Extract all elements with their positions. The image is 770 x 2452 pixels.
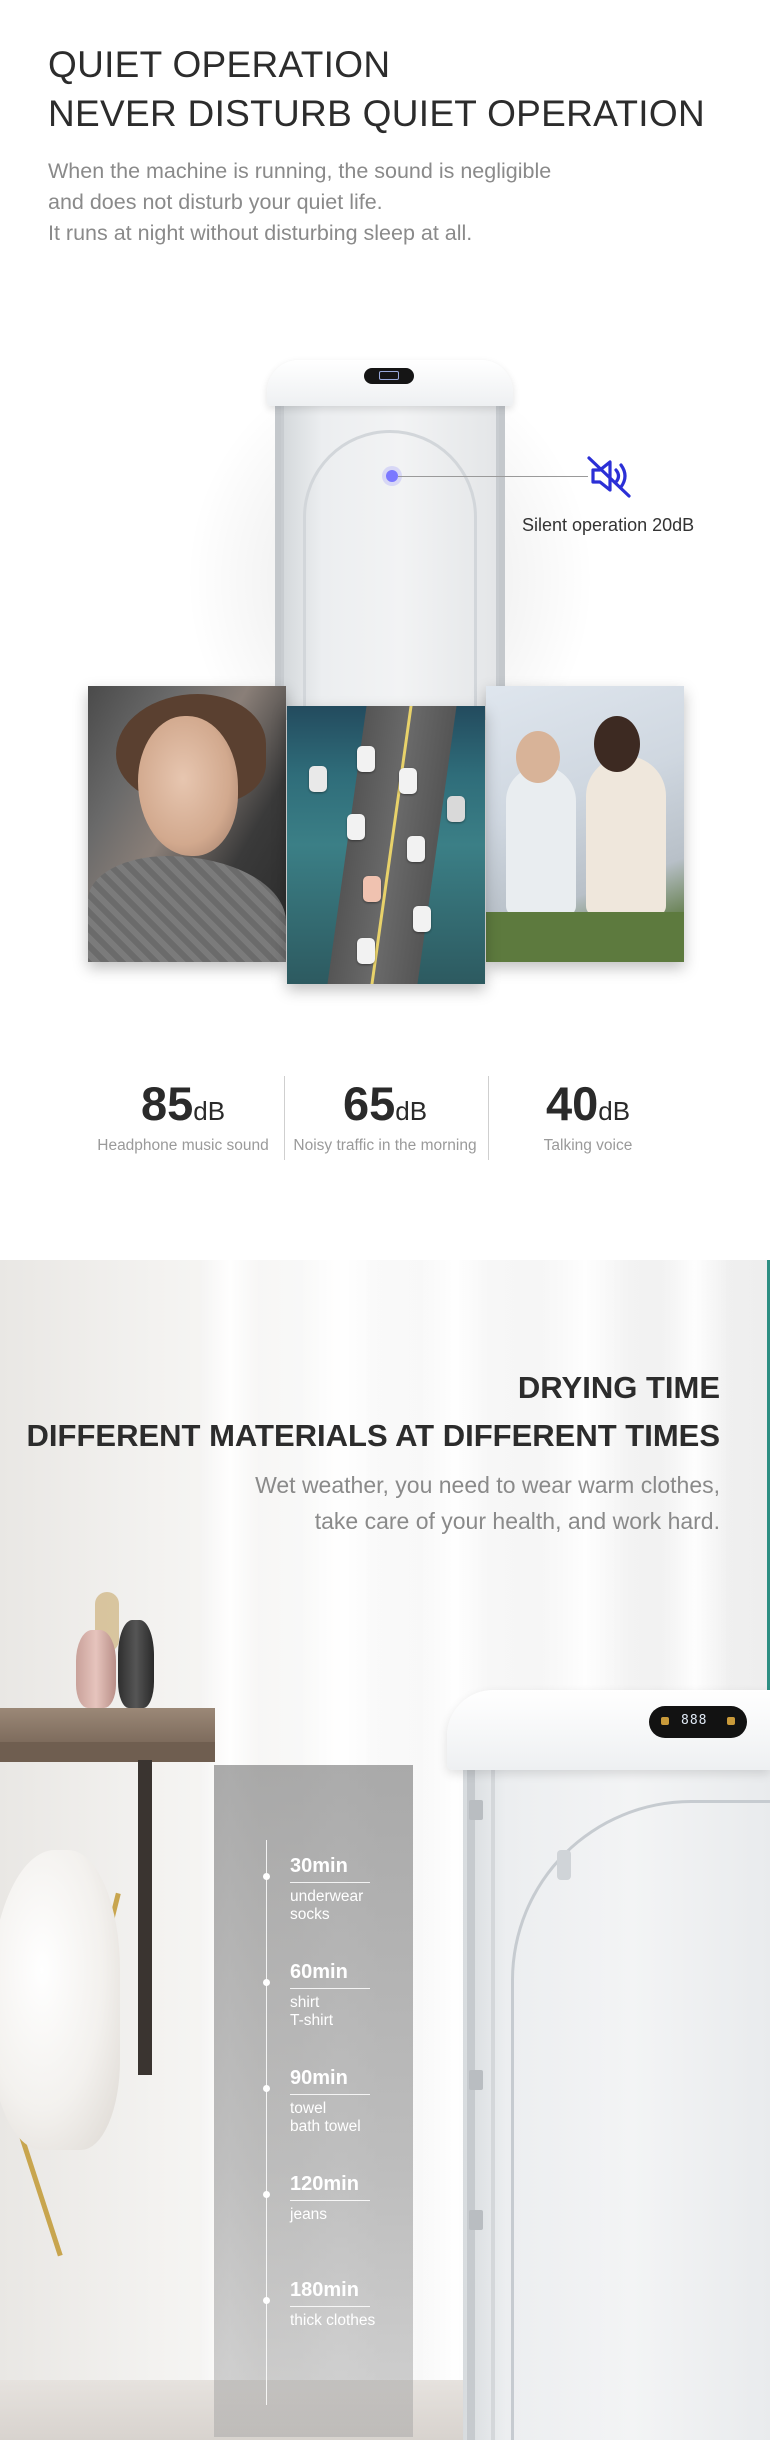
db-unit: dB (395, 1096, 428, 1126)
timeline-item: shirt (290, 1994, 320, 2011)
drying-title: DRYING TIME (517, 1370, 720, 1405)
quiet-subtitle: NEVER DISTURB QUIET OPERATION (48, 93, 705, 134)
callout-line (398, 476, 588, 477)
db-level-85: 85dB Headphone music sound (88, 1080, 278, 1155)
display-icon (364, 368, 414, 384)
db-level-40: 40dB Talking voice (493, 1080, 683, 1155)
dryer-pole (467, 1768, 475, 2440)
timeline-item: T-shirt (290, 2012, 334, 2029)
db-value: 65 (342, 1077, 396, 1130)
dryer-clip (469, 1800, 483, 1820)
db-unit: dB (598, 1096, 631, 1126)
fur-chair-cover (0, 1850, 120, 2150)
quiet-title: QUIET OPERATION (48, 44, 391, 85)
timeline-dot (263, 2191, 270, 2198)
couple-talking-photo (486, 686, 684, 962)
drying-subtitle: DIFFERENT MATERIALS AT DIFFERENT TIMES (26, 1418, 720, 1453)
timeline-item: thick clothes (290, 2312, 376, 2329)
db-value: 40 (545, 1077, 599, 1130)
timeline-rule (290, 1988, 370, 1989)
dryer-machine-illustration (267, 360, 513, 730)
drying-desc-line-2: take care of your health, and work hard. (314, 1508, 720, 1534)
quiet-desc-line-2: and does not disturb your quiet life. (48, 190, 383, 214)
timeline-time: 120min (290, 2173, 359, 2195)
callout-dot (386, 470, 398, 482)
divider (284, 1076, 285, 1160)
timeline-dot (263, 1979, 270, 1986)
db-caption: Noisy traffic in the morning (293, 1137, 477, 1154)
timeline-rule (290, 1882, 370, 1883)
drying-time-section: DRYING TIME DIFFERENT MATERIALS AT DIFFE… (0, 1260, 770, 2440)
muted-speaker-icon (587, 456, 631, 498)
db-unit: dB (193, 1096, 226, 1126)
side-table-leg (138, 1760, 152, 2075)
db-caption: Headphone music sound (97, 1137, 269, 1154)
dryer-zipper (511, 1800, 770, 2440)
timer-icon[interactable] (727, 1717, 735, 1725)
black-vase (118, 1620, 154, 1708)
timeline-dot (263, 2085, 270, 2092)
timeline-time: 60min (290, 1961, 348, 1983)
timeline-rule (290, 2200, 370, 2201)
control-panel-display[interactable]: 888 (649, 1706, 747, 1738)
timeline-item: socks (290, 1906, 330, 1923)
quiet-desc-line-1: When the machine is running, the sound i… (48, 159, 552, 183)
timeline-time: 90min (290, 2067, 348, 2089)
dryer-pole-inner (491, 1768, 495, 2440)
db-caption: Talking voice (543, 1137, 633, 1154)
dryer-clip (469, 2210, 483, 2230)
timeline-rule (290, 2306, 370, 2307)
silent-operation-label: Silent operation 20dB (522, 515, 695, 535)
quiet-desc-line-3: It runs at night without disturbing slee… (48, 221, 473, 245)
pink-vase (76, 1630, 116, 1708)
db-level-65: 65dB Noisy traffic in the morning (290, 1080, 480, 1155)
db-value: 85 (140, 1077, 194, 1130)
city-traffic-photo (287, 706, 485, 984)
timeline-item: bath towel (290, 2118, 361, 2135)
machine-pole-right (499, 404, 505, 720)
timeline-item: towel (290, 2100, 327, 2117)
power-icon[interactable] (661, 1717, 669, 1725)
dryer-top-cap: 888 (447, 1690, 770, 1770)
timeline-item: jeans (290, 2206, 328, 2223)
woman-with-headphones-photo (88, 686, 286, 962)
timeline-time: 180min (290, 2279, 359, 2301)
timeline-line (266, 1840, 267, 2405)
zipper-pull (557, 1850, 571, 1880)
side-table-apron (0, 1742, 215, 1762)
dryer-closeup-illustration: 888 (447, 1690, 770, 2440)
dryer-clip (469, 2070, 483, 2090)
timeline-dot (263, 2297, 270, 2304)
divider (488, 1076, 489, 1160)
side-table (0, 1708, 215, 1742)
timeline-rule (290, 2094, 370, 2095)
timeline-dot (263, 1873, 270, 1880)
display-digits: 888 (681, 1713, 708, 1728)
machine-top-cap (267, 360, 513, 406)
quiet-operation-section: QUIET OPERATION NEVER DISTURB QUIET OPER… (0, 0, 770, 1260)
timeline-time: 30min (290, 1855, 348, 1877)
timeline-item: underwear (290, 1888, 364, 1905)
drying-desc-line-1: Wet weather, you need to wear warm cloth… (255, 1472, 720, 1498)
